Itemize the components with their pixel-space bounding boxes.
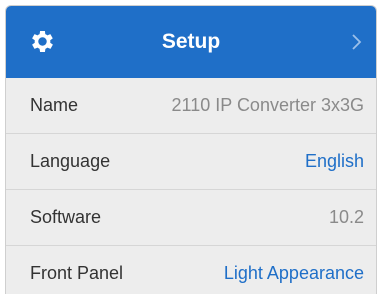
- page-title: Setup: [161, 30, 221, 53]
- setting-label: Language: [30, 151, 111, 171]
- setup-panel: Setup Name 2110 IP Converter 3x3G Langua…: [5, 5, 377, 294]
- setting-label: Name: [30, 95, 79, 115]
- setting-label: Front Panel: [30, 263, 124, 283]
- setup-header: Setup: [6, 6, 376, 78]
- front-panel-select-link[interactable]: Light Appearance: [224, 246, 364, 294]
- software-version: 10.2: [328, 207, 364, 227]
- setting-value: 2110 IP Converter 3x3G: [171, 95, 364, 115]
- chevron-right-icon[interactable]: [350, 33, 362, 51]
- setting-row-front-panel[interactable]: Front Panel Light Appearance: [6, 245, 376, 294]
- setting-label: Software: [30, 207, 102, 227]
- setting-row-language[interactable]: Language English: [6, 133, 376, 188]
- language-select-link[interactable]: English: [305, 134, 364, 189]
- setting-row-name[interactable]: Name 2110 IP Converter 3x3G: [6, 78, 376, 133]
- setting-row-software: Software 10.2: [6, 189, 376, 244]
